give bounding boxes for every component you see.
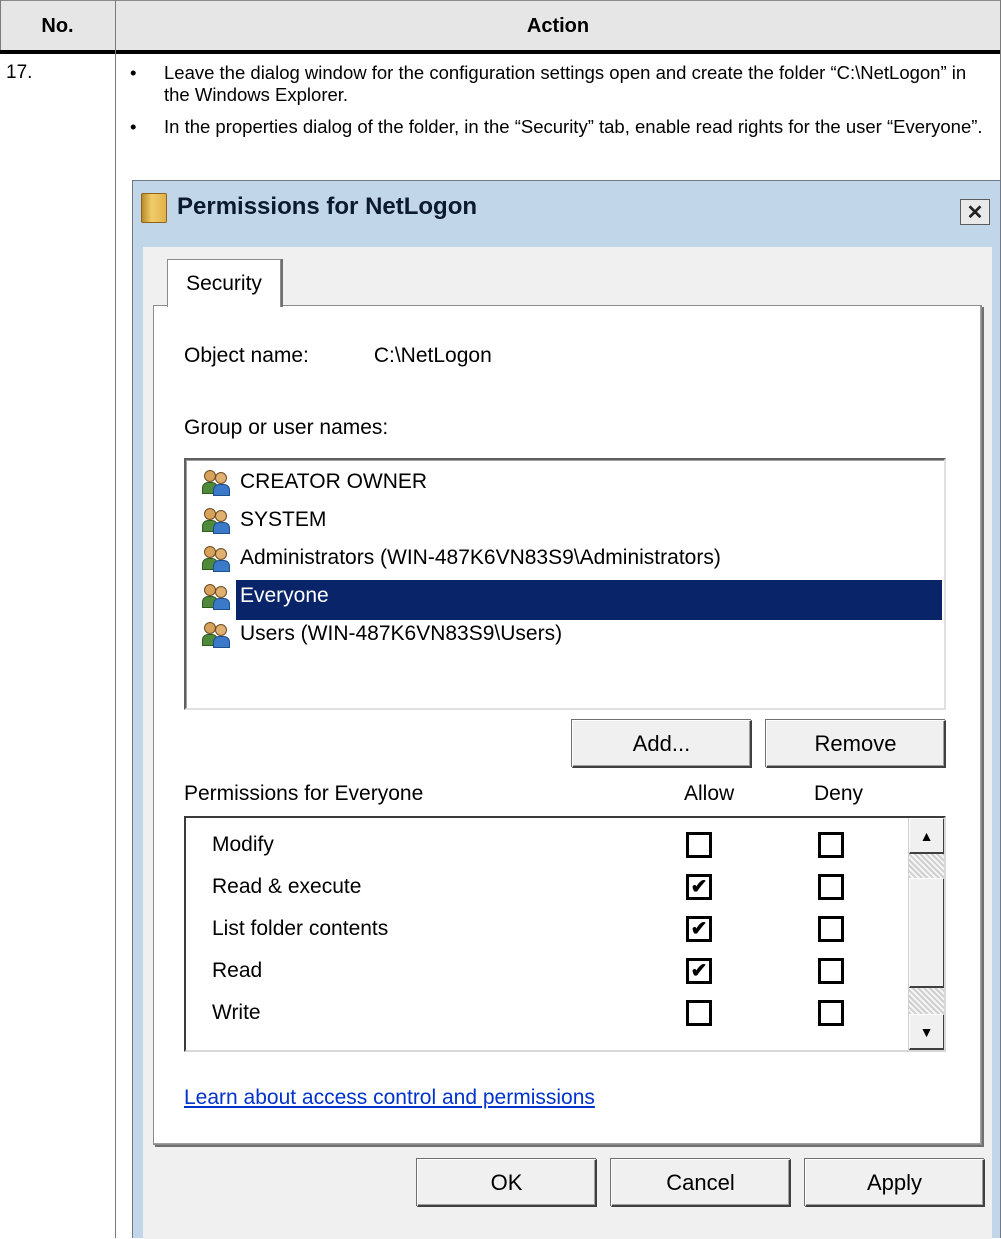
object-name-row: Object name: C:\NetLogon: [184, 344, 492, 368]
permissions-for-label: Permissions for Everyone: [184, 782, 424, 805]
add-button[interactable]: Add...: [572, 720, 752, 768]
checkmark-icon: ✔: [690, 876, 708, 898]
deny-checkbox[interactable]: [818, 916, 844, 942]
apply-button[interactable]: Apply: [805, 1159, 985, 1207]
list-item[interactable]: Administrators (WIN-487K6VN83S9\Administ…: [202, 540, 725, 576]
bullet-item: • In the properties dialog of the folder…: [128, 116, 988, 138]
tab-security[interactable]: Security: [167, 259, 281, 307]
permissions-dialog: Permissions for NetLogon ✕ Security Obje…: [132, 180, 1001, 1239]
scroll-up-icon: ▲: [919, 827, 934, 844]
list-item[interactable]: CREATOR OWNER: [202, 464, 431, 500]
user-name: CREATOR OWNER: [240, 470, 428, 493]
permission-row: Modify: [212, 824, 902, 866]
deny-checkbox[interactable]: [818, 832, 844, 858]
bullet-item: • Leave the dialog window for the config…: [128, 62, 988, 106]
security-tab-panel: Object name: C:\NetLogon Group or user n…: [153, 305, 982, 1145]
deny-checkbox[interactable]: [818, 1000, 844, 1026]
scroll-up-button[interactable]: ▲: [909, 818, 944, 854]
dialog-titlebar[interactable]: Permissions for NetLogon ✕: [133, 181, 1000, 237]
learn-access-control-link[interactable]: Learn about access control and permissio…: [184, 1086, 595, 1110]
scroll-down-button[interactable]: ▼: [909, 1014, 944, 1050]
selection-highlight: [236, 580, 942, 620]
permission-row: Read & execute ✔: [212, 866, 902, 908]
ok-button[interactable]: OK: [417, 1159, 597, 1207]
header-no: No.: [41, 14, 74, 37]
close-button[interactable]: ✕: [960, 199, 990, 225]
permission-name: Read: [212, 959, 263, 982]
deny-checkbox[interactable]: [818, 958, 844, 984]
permissions-scrollbar[interactable]: ▲ ▼: [908, 818, 944, 1050]
list-item[interactable]: Users (WIN-487K6VN83S9\Users): [202, 616, 566, 652]
cancel-button[interactable]: Cancel: [611, 1159, 791, 1207]
user-name: SYSTEM: [240, 508, 327, 531]
object-name-label: Object name:: [184, 344, 309, 367]
deny-column-header: Deny: [814, 782, 864, 805]
allow-checkbox[interactable]: ✔: [686, 958, 712, 984]
action-bullets: • Leave the dialog window for the config…: [128, 62, 988, 148]
user-list[interactable]: CREATOR OWNER SYSTEM Administrators (WIN…: [184, 458, 946, 710]
checkmark-icon: ✔: [690, 918, 708, 940]
user-name: Users (WIN-487K6VN83S9\Users): [240, 622, 563, 645]
dialog-client-area: Security Object name: C:\NetLogon Group …: [143, 247, 992, 1239]
permissions-list: Modify Read & execute ✔ List folder cont…: [184, 816, 946, 1052]
permission-name: Write: [212, 1001, 261, 1024]
permission-name: Read & execute: [212, 875, 362, 898]
scroll-track[interactable]: [909, 854, 944, 878]
user-group-icon: [202, 582, 232, 610]
scroll-track[interactable]: [909, 988, 944, 1014]
group-user-names-label: Group or user names:: [184, 416, 389, 439]
remove-button[interactable]: Remove: [766, 720, 946, 768]
allow-checkbox[interactable]: ✔: [686, 916, 712, 942]
table-left-border: [0, 0, 1, 50]
permission-name: Modify: [212, 833, 274, 856]
folder-icon: [141, 193, 167, 223]
object-name-value: C:\NetLogon: [373, 344, 492, 367]
user-name: Everyone: [236, 580, 333, 612]
dialog-title: Permissions for NetLogon: [177, 193, 478, 220]
user-group-icon: [202, 544, 232, 572]
permission-row: Read ✔: [212, 950, 902, 992]
list-item-selected[interactable]: Everyone: [202, 578, 333, 614]
user-group-icon: [202, 468, 232, 496]
deny-checkbox[interactable]: [818, 874, 844, 900]
bullet-text: In the properties dialog of the folder, …: [164, 116, 983, 137]
scroll-down-icon: ▼: [919, 1023, 934, 1040]
bullet-icon: •: [130, 62, 137, 83]
user-name: Administrators (WIN-487K6VN83S9\Administ…: [240, 546, 721, 569]
step-number: 17.: [6, 62, 33, 83]
permission-row: List folder contents ✔: [212, 908, 902, 950]
bullet-icon: •: [130, 116, 137, 137]
allow-checkbox[interactable]: ✔: [686, 874, 712, 900]
list-item[interactable]: SYSTEM: [202, 502, 330, 538]
column-divider: [115, 0, 116, 1238]
bullet-text: Leave the dialog window for the configur…: [164, 62, 967, 105]
header-action: Action: [526, 14, 590, 37]
user-group-icon: [202, 506, 232, 534]
allow-checkbox[interactable]: [686, 1000, 712, 1026]
permission-name: List folder contents: [212, 917, 389, 940]
permission-row: Write: [212, 992, 902, 1034]
allow-checkbox[interactable]: [686, 832, 712, 858]
scroll-thumb[interactable]: [909, 878, 944, 988]
allow-column-header: Allow: [684, 782, 735, 805]
checkmark-icon: ✔: [690, 960, 708, 982]
close-icon: ✕: [966, 201, 984, 224]
table-header: No. Action: [0, 0, 1001, 54]
user-group-icon: [202, 620, 232, 648]
